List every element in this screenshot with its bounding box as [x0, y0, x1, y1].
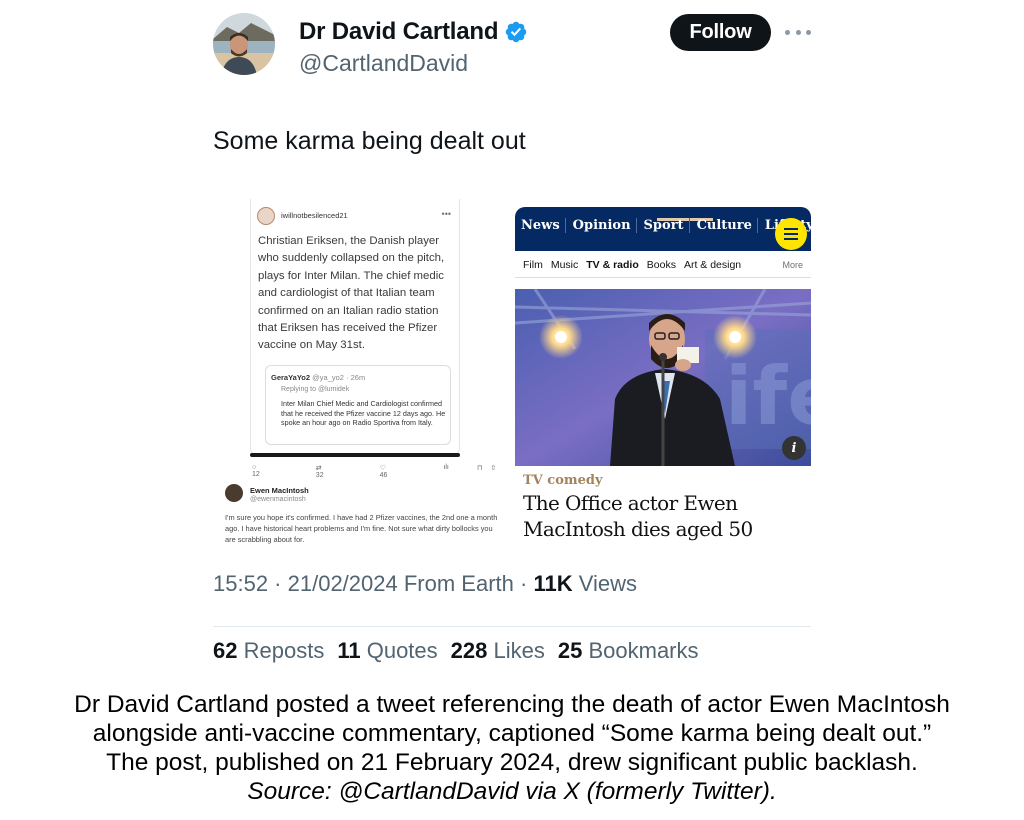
menu-icon	[775, 218, 807, 250]
subnav-divider	[515, 277, 811, 278]
media-image-guardian-article[interactable]: News Opinion Sport Culture Lifestyle Fil…	[515, 196, 811, 544]
tweet-date[interactable]: 21/02/2024	[288, 571, 398, 596]
embedded-views-icon: ılı	[443, 464, 449, 471]
stat-reposts[interactable]: 62 Reposts	[213, 638, 324, 664]
tweet-time[interactable]: 15:52	[213, 571, 268, 596]
nav-sport: Sport	[644, 218, 690, 233]
stat-likes[interactable]: 228 Likes	[451, 638, 545, 664]
repost-icon: ⇄	[315, 465, 322, 472]
embedded-reposts: ⇄ 32	[315, 465, 324, 479]
caption-source: Source: @CartlandDavid via X (formerly T…	[247, 778, 777, 805]
embedded-bookmark-icon: ⊓	[476, 465, 483, 472]
verified-badge-icon	[506, 21, 527, 43]
author-display-name[interactable]: Dr David Cartland	[299, 18, 499, 46]
author-handle[interactable]: @CartlandDavid	[299, 50, 468, 77]
embedded-replies: ○ 12	[252, 464, 260, 478]
caption-line-1: Dr David Cartland posted a tweet referen…	[74, 691, 950, 718]
follow-button[interactable]: Follow	[670, 14, 771, 51]
tweet-meta: 15:52 · 21/02/2024 From Earth · 11K View…	[213, 571, 638, 596]
tweet-source: From Earth	[403, 571, 514, 596]
divider	[213, 626, 811, 627]
embedded-likes: ♡ 46	[379, 465, 388, 479]
subnav-more: More	[782, 260, 803, 270]
caption-line-3: The post, published on 21 February 2024,…	[106, 749, 918, 776]
reply-text: I'm sure you hope it's confirmed. I have…	[225, 513, 498, 544]
stat-bookmarks[interactable]: 25 Bookmarks	[558, 638, 699, 664]
reply-handle: @ewenmacintosh	[250, 496, 306, 503]
embedded-share-icon: ⇧	[490, 465, 497, 472]
nav-news: News	[521, 218, 566, 233]
svg-text:ife: ife	[725, 350, 811, 443]
views-label: Views	[578, 571, 638, 596]
quoted-tweet-header: GeraYaYo2 @ya_yo2 · 26m	[271, 373, 365, 382]
subnav-music: Music	[550, 259, 579, 271]
reply-icon: ○	[252, 464, 257, 471]
guardian-subnav: Film Music TV & radio Books Art & design	[523, 259, 749, 271]
embedded-scroll-bar	[250, 453, 460, 457]
quoted-tweet-body: Inter Milan Chief Medic and Cardiologist…	[281, 399, 446, 428]
stat-quotes[interactable]: 11 Quotes	[337, 638, 437, 664]
embedded-username: iwillnotbesilenced21	[281, 211, 348, 220]
nav-culture: Culture	[697, 218, 758, 233]
article-headline: The Office actor Ewen MacIntosh dies age…	[523, 491, 753, 541]
avatar[interactable]	[213, 13, 275, 75]
nav-opinion: Opinion	[573, 218, 637, 233]
subnav-tv-radio: TV & radio	[586, 259, 639, 271]
views-count: 11K	[533, 571, 573, 596]
quoted-username: GeraYaYo2	[271, 373, 311, 382]
embedded-avatar	[257, 207, 275, 225]
article-kicker: TV comedy	[523, 473, 603, 488]
embedded-more-icon: •••	[441, 209, 451, 219]
subnav-art-design: Art & design	[683, 259, 742, 271]
info-icon: i	[782, 436, 806, 460]
like-icon: ♡	[379, 465, 386, 472]
caption-line-2: alongside anti-vaccine commentary, capti…	[92, 720, 932, 747]
subnav-film: Film	[523, 259, 543, 271]
more-options-icon[interactable]	[785, 22, 811, 42]
tweet-text: Some karma being dealt out	[213, 127, 526, 155]
guardian-nav-tabs: News Opinion Sport Culture Lifestyle	[521, 218, 811, 233]
engagement-stats: 62 Reposts 11 Quotes 228 Likes 25 Bookma…	[213, 638, 712, 664]
embedded-tweet-body: Christian Eriksen, the Danish player who…	[258, 235, 445, 352]
quoted-tweet: GeraYaYo2 @ya_yo2 · 26m Replying to @lum…	[265, 365, 451, 445]
reply-avatar	[225, 484, 243, 502]
embedded-actions: ○ 12 ⇄ 32 ♡ 46 ılı ⊓ ⇧	[252, 464, 502, 479]
subnav-books: Books	[646, 259, 676, 271]
embedded-tweet-card: iwillnotbesilenced21 ••• Christian Eriks…	[250, 199, 460, 456]
author-name-row[interactable]: Dr David Cartland	[299, 18, 528, 46]
article-photo: ife	[515, 289, 811, 466]
reply-name: Ewen MacIntosh	[250, 486, 309, 495]
quoted-replying-to: Replying to @lumidek	[281, 386, 350, 393]
quoted-meta: @ya_yo2 · 26m	[312, 373, 366, 382]
image-caption: Dr David Cartland posted a tweet referen…	[0, 690, 1024, 806]
media-image-embedded-tweet[interactable]: iwillnotbesilenced21 ••• Christian Eriks…	[216, 196, 502, 544]
